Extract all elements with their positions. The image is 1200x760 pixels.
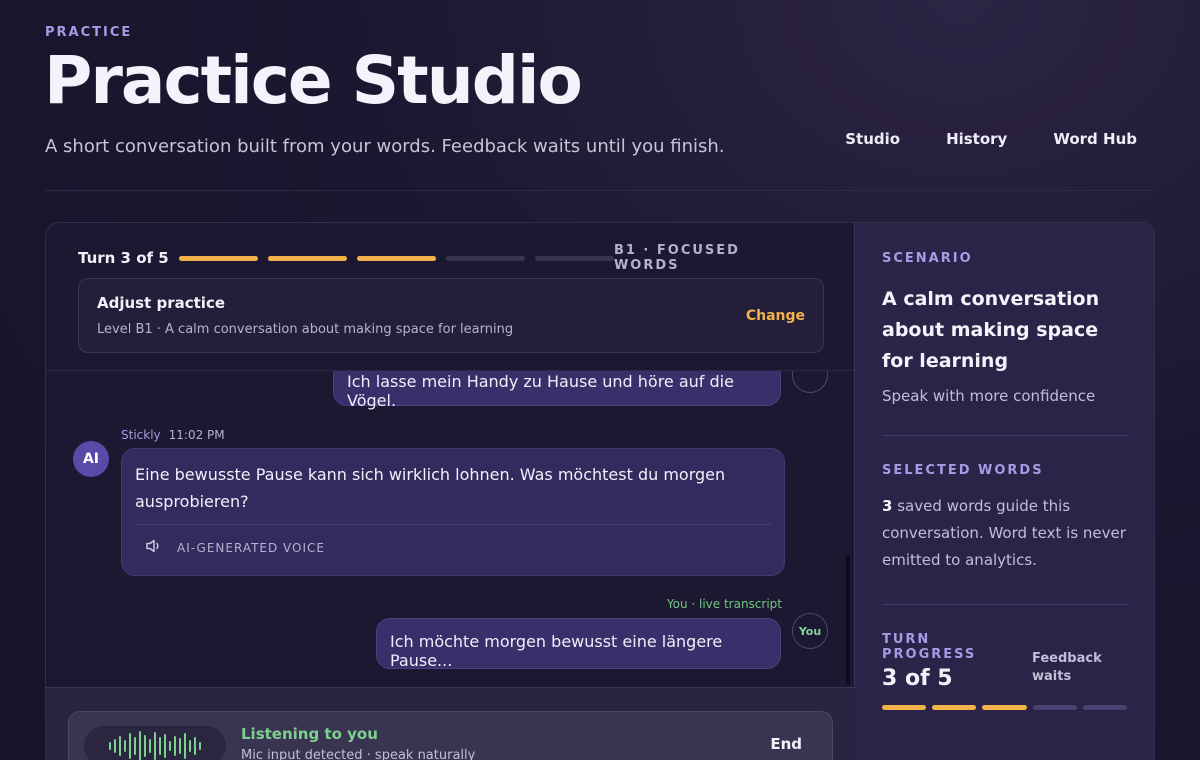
feedback-note: Feedback waits (1032, 651, 1102, 684)
waveform-bar (139, 731, 141, 760)
selected-words-label: SELECTED WORDS (882, 463, 1044, 478)
scenario-label: SCENARIO (882, 251, 973, 266)
selected-words-description: saved words guide this conversation. Wor… (882, 497, 1126, 569)
turn-progress-label: TURN PROGRESS (882, 632, 977, 662)
page-subtitle: A short conversation built from your wor… (45, 136, 725, 157)
waveform-bar (159, 737, 161, 755)
selected-words-text: 3 saved words guide this conversation. W… (882, 493, 1127, 574)
conversation-panel: Turn 3 of 5 B1 · FOCUSED WORDS Adjust pr… (46, 223, 856, 760)
progress-segment (1082, 705, 1128, 710)
turn-progress-row: 3 of 5 Feedback waits (882, 651, 1127, 691)
user-avatar (792, 371, 828, 393)
scenario-subtitle: Speak with more confidence (882, 387, 1096, 405)
level-tag: B1 · FOCUSED WORDS (613, 243, 740, 273)
sidebar-progress-segments (882, 705, 1128, 710)
turn-bar: Turn 3 of 5 B1 · FOCUSED WORDS (78, 243, 810, 273)
waveform-bar (169, 741, 171, 751)
adjust-title: Adjust practice (97, 294, 226, 312)
progress-segment (1032, 705, 1077, 710)
voice-label: AI-GENERATED VOICE (177, 541, 325, 555)
nav-word-hub[interactable]: Word Hub (1053, 130, 1137, 148)
waveform-bar (199, 742, 201, 750)
chat-transcript[interactable]: Ich lasse mein Handy zu Hause und höre a… (46, 371, 856, 687)
listening-subtitle: Mic input detected · speak naturally (241, 748, 476, 760)
progress-segment (356, 255, 436, 261)
sidebar-divider (882, 435, 1127, 436)
waveform-bar (144, 735, 146, 757)
sidebar-divider (882, 604, 1127, 605)
scenario-title: A calm conversation about making space f… (882, 288, 1100, 372)
adjust-subtitle: Level B1 · A calm conversation about mak… (97, 322, 514, 337)
waveform-bar (119, 736, 121, 756)
ai-message-meta: Stickly 11:02 PM (121, 428, 225, 442)
practice-card: Turn 3 of 5 B1 · FOCUSED WORDS Adjust pr… (45, 222, 1155, 760)
turn-progress-value: 3 of 5 (882, 666, 953, 691)
voice-play-button[interactable]: AI-GENERATED VOICE (145, 538, 771, 558)
waveform-bar (154, 732, 156, 760)
session-sidebar: SCENARIO A calm conversation about makin… (854, 223, 1154, 760)
waveform-bar (189, 740, 191, 752)
waveform-bar (109, 742, 111, 750)
user-live-transcript: Ich möchte morgen bewusst eine längere P… (376, 618, 781, 670)
progress-segment (982, 705, 1027, 710)
ai-message: Eine bewusste Pause kann sich wirklich l… (121, 448, 785, 576)
nav-studio[interactable]: Studio (845, 130, 900, 148)
waveform-bar (174, 736, 176, 756)
waveform-bar (179, 738, 181, 754)
ai-time: 11:02 PM (168, 428, 225, 442)
selected-words-count: 3 (882, 497, 893, 515)
turn-progress-segments (178, 255, 614, 261)
progress-segment (445, 255, 525, 261)
page-eyebrow: PRACTICE (45, 25, 133, 40)
ai-message-text: Eine bewusste Pause kann sich wirklich l… (135, 465, 726, 511)
mic-footer: Listening to you Mic input detected · sp… (46, 687, 856, 760)
speaker-icon (145, 538, 163, 558)
progress-segment (267, 255, 347, 261)
you-meta: You · live transcript (666, 597, 782, 611)
turn-label: Turn 3 of 5 (78, 249, 169, 267)
waveform-bar (149, 739, 151, 753)
waveform-bar (124, 740, 126, 752)
waveform-bar (134, 737, 136, 755)
waveform-bar (129, 733, 131, 759)
ai-name: Stickly (121, 428, 161, 442)
nav-history[interactable]: History (946, 130, 1007, 148)
progress-segment (534, 255, 614, 261)
ai-message-divider (135, 524, 771, 525)
ai-avatar: AI (73, 441, 109, 477)
page-title: Practice Studio (44, 42, 583, 119)
adjust-practice-panel: Adjust practice Level B1 · A calm conver… (78, 278, 824, 353)
listening-title: Listening to you (241, 725, 378, 743)
waveform-bar (194, 737, 196, 755)
listening-panel: Listening to you Mic input detected · sp… (68, 711, 833, 760)
user-message-previous: Ich lasse mein Handy zu Hause und höre a… (333, 371, 781, 410)
progress-segment (178, 255, 258, 261)
waveform-bar (164, 734, 166, 758)
progress-segment (882, 705, 927, 710)
header-divider (45, 190, 1155, 191)
change-button[interactable]: Change (746, 308, 805, 324)
waveform-bar (184, 733, 186, 759)
end-button[interactable]: End (770, 735, 802, 753)
user-avatar-live: You (792, 613, 828, 649)
waveform-icon (84, 726, 226, 760)
waveform-bar (114, 739, 116, 753)
chat-scrollbar[interactable] (846, 555, 850, 685)
top-nav: Studio History Word Hub (845, 130, 1137, 148)
progress-segment (932, 705, 977, 710)
